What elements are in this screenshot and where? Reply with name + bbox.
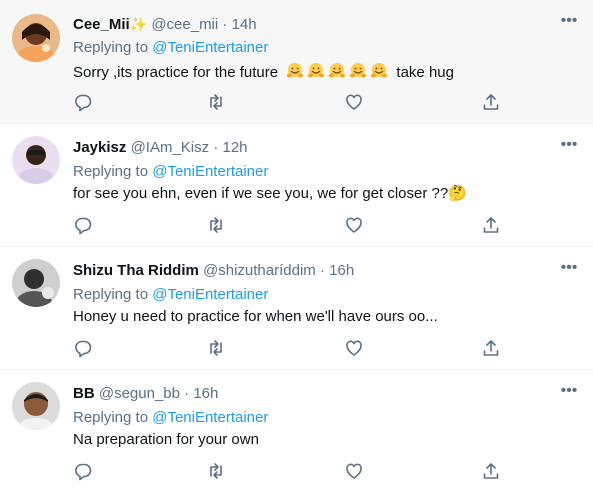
timestamp[interactable]: 16h [193,385,218,402]
sparkles-emoji: ✨ [129,16,148,32]
tweet-header: Shizu Tha Riddim @shizutharíddim · 16h [73,261,354,281]
reply-icon[interactable] [73,461,93,481]
replying-to-label: Replying to [73,286,149,303]
more-icon[interactable]: ••• [559,13,579,34]
reply-icon[interactable] [73,92,93,112]
separator-dot: · [319,262,325,279]
replying-to-label: Replying to [73,39,149,56]
like-icon[interactable] [344,461,364,481]
share-icon[interactable] [481,461,501,481]
retweet-icon[interactable] [206,215,226,235]
hugging-face-emoji [350,63,367,78]
reply-tweet-jaykisz[interactable]: Jaykisz @IAm_Kisz · 12h ••• Replying to … [0,124,593,247]
more-icon[interactable]: ••• [559,383,579,404]
hugging-face-emoji [287,63,304,78]
action-bar [73,92,513,116]
hugging-face-emoji [329,63,346,78]
replying-to-line: Replying to @TeniEntertainer [73,162,268,182]
tweet-text-part: take hug [396,64,454,81]
retweet-icon[interactable] [206,338,226,358]
like-icon[interactable] [344,92,364,112]
tweet-header: Cee_Mii✨ @cee_mii · 14h [73,14,257,35]
hug-emoji-row [286,62,388,80]
separator-dot: · [184,385,190,402]
reply-feed: Cee_Mii✨ @cee_mii · 14h ••• Replying to … [0,0,593,493]
reply-tweet-shizu[interactable]: Shizu Tha Riddim @shizutharíddim · 16h •… [0,247,593,370]
replying-to-label: Replying to [73,163,149,180]
retweet-icon[interactable] [206,461,226,481]
avatar[interactable] [12,259,60,307]
display-name[interactable]: BB [73,385,95,402]
mention-link[interactable]: @TeniEntertainer [152,163,268,180]
retweet-icon[interactable] [206,92,226,112]
avatar[interactable] [12,382,60,430]
replying-to-line: Replying to @TeniEntertainer [73,38,268,58]
display-name[interactable]: Shizu Tha Riddim [73,262,199,279]
tweet-header: BB @segun_bb · 16h [73,384,218,404]
like-icon[interactable] [344,215,364,235]
action-bar [73,461,513,485]
separator-dot: · [222,16,228,33]
mention-link[interactable]: @TeniEntertainer [152,409,268,426]
reply-tweet-cee-mii[interactable]: Cee_Mii✨ @cee_mii · 14h ••• Replying to … [0,0,593,124]
tweet-text: Sorry ,its practice for the future take … [73,62,454,83]
tweet-text: for see you ehn, even if we see you, we … [73,185,467,202]
user-handle[interactable]: @IAm_Kisz [131,139,210,156]
display-name[interactable]: Jaykisz [73,139,126,156]
reply-tweet-bb[interactable]: BB @segun_bb · 16h ••• Replying to @Teni… [0,370,593,493]
user-handle[interactable]: @shizutharíddim [203,262,316,279]
hugging-face-emoji [371,63,388,78]
replying-to-label: Replying to [73,409,149,426]
avatar[interactable] [12,14,60,62]
mention-link[interactable]: @TeniEntertainer [152,39,268,56]
separator-dot: · [213,139,219,156]
timestamp[interactable]: 16h [329,262,354,279]
timestamp[interactable]: 12h [222,139,247,156]
timestamp[interactable]: 14h [232,16,257,33]
reply-icon[interactable] [73,338,93,358]
mention-link[interactable]: @TeniEntertainer [152,286,268,303]
share-icon[interactable] [481,92,501,112]
tweet-text: Honey u need to practice for when we'll … [73,308,438,325]
more-icon[interactable]: ••• [559,137,579,158]
tweet-header: Jaykisz @IAm_Kisz · 12h [73,138,248,158]
tweet-text: Na preparation for your own [73,431,259,448]
replying-to-line: Replying to @TeniEntertainer [73,285,268,305]
more-icon[interactable]: ••• [559,260,579,281]
reply-icon[interactable] [73,215,93,235]
hugging-face-emoji [308,63,325,78]
replying-to-line: Replying to @TeniEntertainer [73,408,268,428]
action-bar [73,338,513,362]
avatar[interactable] [12,136,60,184]
tweet-text-part: Sorry ,its practice for the future [73,64,279,81]
user-handle[interactable]: @segun_bb [99,385,180,402]
share-icon[interactable] [481,215,501,235]
like-icon[interactable] [344,338,364,358]
action-bar [73,215,513,239]
display-name[interactable]: Cee_Mii [73,16,130,33]
user-handle[interactable]: @cee_mii [151,16,218,33]
share-icon[interactable] [481,338,501,358]
